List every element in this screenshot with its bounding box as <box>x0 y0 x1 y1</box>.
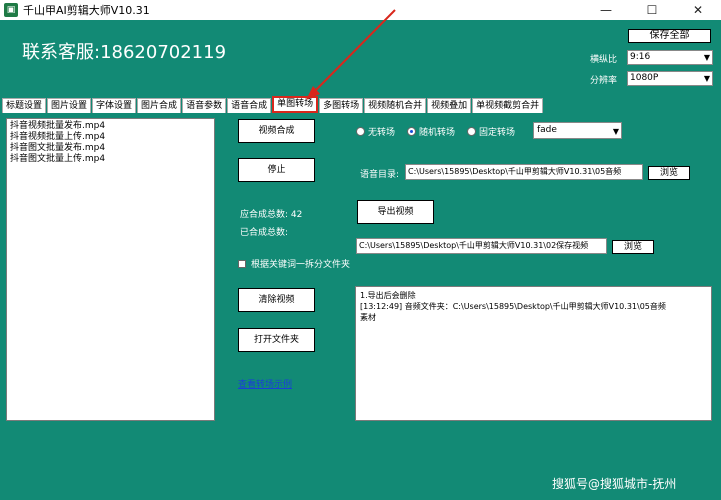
header-area: 联系客服:18620702119 保存全部 横纵比 9:16 ▼ 分辨率 108… <box>0 20 721 96</box>
tab-font-settings[interactable]: 字体设置 <box>92 98 137 113</box>
chevron-down-icon: ▼ <box>703 74 710 83</box>
chevron-down-icon: ▼ <box>612 127 619 136</box>
video-file-list[interactable]: 抖音视频批量发布.mp4 抖音视频批量上传.mp4 抖音图文批量发布.mp4 抖… <box>6 118 215 421</box>
watermark-text: 搜狐号@搜狐城市-抚州 <box>552 477 677 491</box>
log-line: 素材 <box>360 313 376 322</box>
window-controls: — ☐ ✕ <box>583 0 721 20</box>
view-transition-demo-link[interactable]: 查看转场示例 <box>238 377 292 390</box>
browse-output-button[interactable]: 浏览 <box>612 240 654 254</box>
list-item[interactable]: 抖音视频批量上传.mp4 <box>10 132 211 143</box>
total-count-label: 应合成总数: 42 <box>240 210 303 220</box>
resolution-value: 1080P <box>630 73 659 83</box>
audio-dir-label: 语音目录: <box>360 170 400 180</box>
transition-effect-select[interactable]: fade ▼ <box>533 122 622 139</box>
customer-support-label: 联系客服:18620702119 <box>22 42 227 63</box>
tab-single-video-cut-merge[interactable]: 单视频截剪合并 <box>472 98 544 113</box>
split-folder-label: 根据关键词一拆分文件夹 <box>251 260 351 270</box>
tab-bar: 标题设置 图片设置 字体设置 图片合成 语音参数 语音合成 单图转场 多图转场 … <box>0 96 721 113</box>
no-transition-label: 无转场 <box>368 128 396 138</box>
list-item[interactable]: 抖音图文批量上传.mp4 <box>10 154 211 165</box>
save-all-button[interactable]: 保存全部 <box>628 29 711 43</box>
main-panel: 抖音视频批量发布.mp4 抖音视频批量上传.mp4 抖音图文批量发布.mp4 抖… <box>0 113 721 500</box>
split-folder-checkbox[interactable] <box>238 259 246 268</box>
chevron-down-icon: ▼ <box>703 53 710 62</box>
aspect-ratio-select[interactable]: 9:16 ▼ <box>627 50 713 65</box>
audio-dir-input[interactable]: C:\Users\15895\Desktop\千山甲剪辑大师V10.31\05音… <box>405 164 643 180</box>
clear-videos-button[interactable]: 清除视频 <box>238 288 315 312</box>
aspect-ratio-value: 9:16 <box>630 52 651 62</box>
window-title: 千山甲AI剪辑大师V10.31 <box>23 4 150 17</box>
tab-image-compose[interactable]: 图片合成 <box>137 98 182 113</box>
app-logo-icon: ▣ <box>4 3 18 17</box>
stop-button[interactable]: 停止 <box>238 158 315 182</box>
log-line: 1.导出后会删除 <box>360 291 416 300</box>
random-transition-label: 随机转场 <box>419 128 456 138</box>
split-folder-checkbox-row[interactable]: 根据关键词一拆分文件夹 <box>238 257 350 270</box>
browse-audio-button[interactable]: 浏览 <box>648 166 690 180</box>
compose-video-button[interactable]: 视频合成 <box>238 119 315 143</box>
resolution-select[interactable]: 1080P ▼ <box>627 71 713 86</box>
open-folder-button[interactable]: 打开文件夹 <box>238 328 315 352</box>
tab-voice-compose[interactable]: 语音合成 <box>227 98 272 113</box>
aspect-ratio-label: 横纵比 <box>590 55 618 65</box>
radio-fixed-transition[interactable] <box>467 127 477 136</box>
output-path-input[interactable]: C:\Users\15895\Desktop\千山甲剪辑大师V10.31\02保… <box>356 238 607 254</box>
title-bar: ▣ 千山甲AI剪辑大师V10.31 — ☐ ✕ <box>0 0 721 20</box>
export-video-button[interactable]: 导出视频 <box>357 200 434 224</box>
close-button[interactable]: ✕ <box>675 0 721 20</box>
radio-no-transition[interactable] <box>356 127 365 136</box>
list-item[interactable]: 抖音视频批量发布.mp4 <box>10 121 211 132</box>
log-line: [13:12:49] 音频文件夹：C:\Users\15895\Desktop\… <box>360 302 666 311</box>
tab-title-settings[interactable]: 标题设置 <box>2 98 47 113</box>
log-output-box[interactable]: 1.导出后会删除 [13:12:49] 音频文件夹：C:\Users\15895… <box>355 286 712 421</box>
transition-effect-value: fade <box>537 125 557 135</box>
maximize-button[interactable]: ☐ <box>629 0 675 20</box>
radio-random-transition[interactable] <box>407 127 417 136</box>
tab-image-settings[interactable]: 图片设置 <box>47 98 92 113</box>
tab-video-random-merge[interactable]: 视频随机合并 <box>364 98 427 113</box>
tab-video-overlay[interactable]: 视频叠加 <box>427 98 472 113</box>
tab-voice-params[interactable]: 语音参数 <box>182 98 227 113</box>
done-count-label: 已合成总数: <box>240 228 289 238</box>
list-item[interactable]: 抖音图文批量发布.mp4 <box>10 143 211 154</box>
tab-single-image-transition[interactable]: 单图转场 <box>272 96 319 113</box>
transition-mode-group: 无转场 随机转场 固定转场 <box>356 125 527 138</box>
resolution-label: 分辨率 <box>590 76 618 86</box>
fixed-transition-label: 固定转场 <box>479 128 516 138</box>
tab-multi-image-transition[interactable]: 多图转场 <box>319 98 364 113</box>
minimize-button[interactable]: — <box>583 0 629 20</box>
